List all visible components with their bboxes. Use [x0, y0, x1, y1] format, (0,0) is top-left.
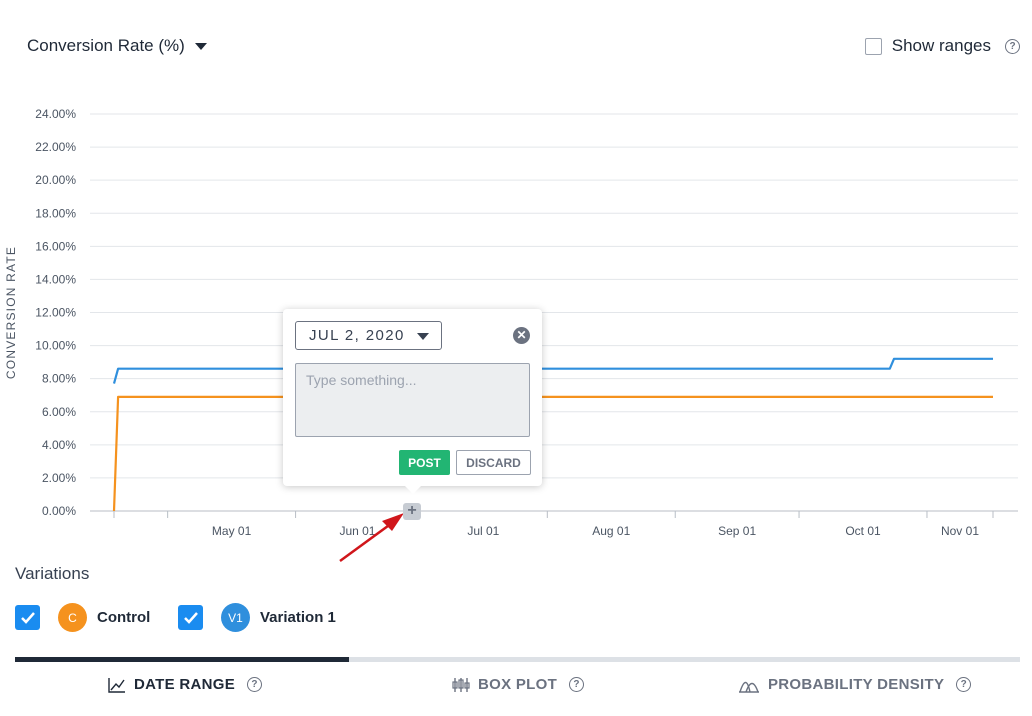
x-tick-label: Oct 01: [845, 524, 881, 538]
variation-checkbox[interactable]: [15, 605, 40, 630]
x-tick-label: Jul 01: [467, 524, 499, 538]
y-tick-label: 12.00%: [35, 306, 76, 320]
x-tick-label: Aug 01: [592, 524, 630, 538]
close-icon[interactable]: ✕: [513, 327, 530, 344]
caret-down-icon: [416, 332, 429, 340]
tab-probability-density[interactable]: PROBABILITY DENSITY ?: [738, 676, 972, 693]
tab-label: BOX PLOT: [478, 676, 558, 693]
help-icon[interactable]: ?: [1005, 38, 1020, 54]
metric-dropdown[interactable]: Conversion Rate (%): [27, 36, 207, 56]
y-axis-title: CONVERSION RATE: [4, 246, 18, 379]
variation-badge: C: [58, 603, 87, 632]
tab-box-plot[interactable]: BOX PLOT ?: [452, 676, 585, 693]
help-icon[interactable]: ?: [569, 677, 585, 692]
line-chart-icon: [108, 677, 125, 693]
x-tick-label: May 01: [212, 524, 252, 538]
active-tab-indicator: [15, 657, 349, 662]
y-tick-label: 6.00%: [42, 405, 76, 419]
tab-label: DATE RANGE: [134, 676, 236, 693]
y-tick-label: 0.00%: [42, 504, 76, 518]
x-tick-label: Sep 01: [718, 524, 756, 538]
annotation-text-input[interactable]: [295, 363, 530, 437]
annotation-date-select[interactable]: JUL 2, 2020: [295, 321, 442, 350]
variation-badge: V1: [221, 603, 250, 632]
y-tick-label: 22.00%: [35, 140, 76, 154]
caret-down-icon: [194, 43, 207, 50]
y-tick-label: 2.00%: [42, 471, 76, 485]
variations-title: Variations: [15, 564, 90, 583]
discard-button[interactable]: DISCARD: [456, 450, 531, 475]
annotation-popup: JUL 2, 2020 ✕ POST DISCARD: [283, 309, 542, 494]
help-icon[interactable]: ?: [956, 677, 972, 692]
red-arrow-annotation: [339, 513, 404, 563]
help-icon[interactable]: ?: [247, 677, 263, 692]
y-tick-label: 14.00%: [35, 272, 76, 286]
variation-item-v1: V1 Variation 1: [178, 603, 336, 632]
tab-label: PROBABILITY DENSITY: [768, 676, 945, 693]
metric-dropdown-label: Conversion Rate (%): [27, 36, 185, 55]
add-annotation-icon[interactable]: +: [403, 503, 421, 520]
tab-bar: [15, 657, 1020, 662]
show-ranges-label: Show ranges: [891, 36, 991, 55]
tab-date-range[interactable]: DATE RANGE ?: [108, 676, 263, 693]
y-tick-label: 18.00%: [35, 206, 76, 220]
series-line-control: [112, 395, 993, 512]
y-tick-label: 24.00%: [35, 107, 76, 121]
y-tick-label: 16.00%: [35, 239, 76, 253]
x-tick-label: Nov 01: [941, 524, 979, 538]
y-tick-label: 20.00%: [35, 173, 76, 187]
checkmark-icon: [183, 611, 198, 624]
variation-name: Control: [97, 609, 151, 626]
y-tick-label: 10.00%: [35, 339, 76, 353]
variation-checkbox[interactable]: [178, 605, 203, 630]
series-line-variation-1: [112, 357, 993, 384]
post-button[interactable]: POST: [399, 450, 450, 475]
box-plot-icon: [452, 677, 470, 692]
variation-item-control: C Control: [15, 603, 150, 632]
y-tick-label: 8.00%: [42, 372, 76, 386]
show-ranges-checkbox[interactable]: [864, 37, 882, 55]
density-icon: [739, 681, 759, 693]
variation-name: Variation 1: [260, 609, 336, 626]
y-tick-label: 4.00%: [42, 438, 76, 452]
annotation-date-value: JUL 2, 2020: [309, 327, 405, 344]
checkmark-icon: [20, 611, 35, 624]
show-ranges-toggle[interactable]: Show ranges ?: [864, 36, 1020, 56]
